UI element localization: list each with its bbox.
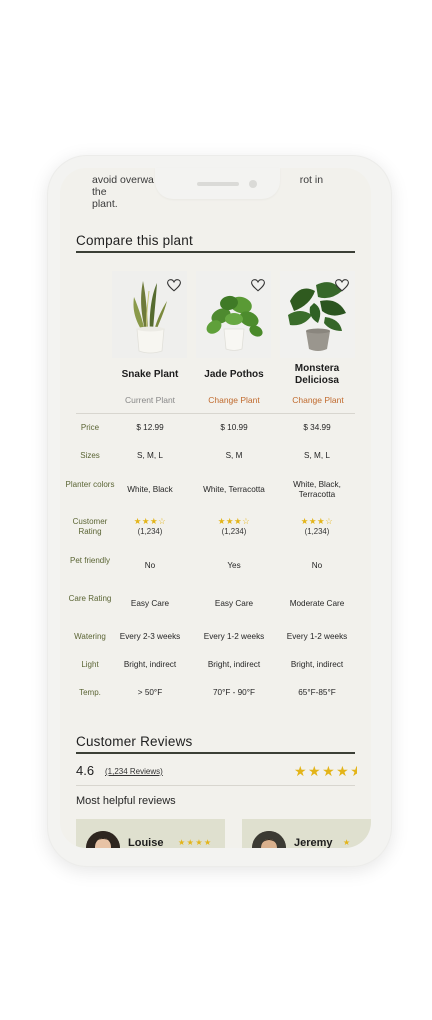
review-stars-icon: ★★★★ [178,838,213,847]
rating-count: (1,234) [137,527,163,536]
reviews-divider [76,785,355,786]
cell-watering: Every 1-2 weeks [203,632,265,641]
rating-count: (1,234) [221,527,247,536]
cell-sizes: S, M [225,451,243,460]
cell-temperature: 70°F - 90°F [212,688,256,697]
favorite-heart-icon[interactable] [251,279,265,292]
review-card[interactable]: Louise ★★★★ [76,819,225,848]
rating-stars-icon: ★★★☆ [300,516,334,526]
compare-title-rule [76,251,355,253]
cell-light: Bright, indirect [123,660,177,669]
avatar [252,831,286,848]
rating-stars-icon: ★★★★ [294,763,351,779]
plant-image-snake[interactable] [112,271,187,358]
compare-table-rule [76,413,355,414]
half-star-icon: ★ [350,763,357,780]
favorite-heart-icon[interactable] [167,279,181,292]
cell-care-rating: Moderate Care [289,599,345,608]
customer-reviews-title: Customer Reviews [76,734,193,749]
cell-planter-colors: White, Terracotta [203,485,265,494]
average-rating-stars: ★★★★★ [294,763,357,780]
favorite-heart-icon[interactable] [335,279,349,292]
reviewer-name: Jeremy [294,837,333,848]
cell-temperature: 65°F-85°F [298,688,336,697]
cell-watering: Every 2-3 weeks [119,632,181,641]
rating-stars-icon: ★★★☆ [217,516,251,526]
reviewer-avatar-icon [252,831,286,848]
plant-name-3: Monstera Deliciosa [294,363,340,386]
avatar [86,831,120,848]
cell-pet-friendly: No [144,561,156,570]
speaker-icon [197,182,239,186]
cell-light: Bright, indirect [290,660,344,669]
cell-rating: ★★★☆ (1,234) [275,516,359,537]
rating-stars-icon: ★★★☆ [133,516,167,526]
plant-name-2: Jade Pothos [204,369,264,380]
phone-notch [155,168,280,199]
cell-pet-friendly: No [311,561,323,570]
most-helpful-title: Most helpful reviews [76,795,176,807]
reviewer-avatar-icon [86,831,120,848]
plant-image-pothos[interactable] [196,271,271,358]
customer-reviews-rule [76,752,355,754]
cell-pet-friendly: Yes [227,561,241,570]
cell-sizes: S, M, L [304,451,330,460]
cell-temperature: > 50°F [137,688,163,697]
cell-rating: ★★★☆ (1,234) [108,516,192,537]
cell-watering: Every 1-2 weeks [286,632,348,641]
review-card[interactable]: Jeremy ★ [242,819,371,848]
cell-care-rating: Easy Care [130,599,170,608]
current-plant-label: Current Plant [124,395,176,405]
reviews-count-link[interactable]: (1,234 Reviews) [105,767,163,776]
average-rating: 4.6 [76,763,95,778]
cell-planter-colors: White, Black, Terracotta [293,480,341,499]
plant-name-1: Snake Plant [121,369,179,380]
intro-line1-left: avoid overwa [92,174,154,186]
review-stars-icon: ★ [343,838,352,847]
cell-price: $ 34.99 [303,423,331,432]
plant-image-monstera[interactable] [280,271,355,358]
intro-line2: plant. [92,198,118,210]
change-plant-link[interactable]: Change Plant [194,395,274,405]
compare-title: Compare this plant [76,233,193,248]
cell-light: Bright, indirect [207,660,261,669]
change-plant-link[interactable]: Change Plant [278,395,358,405]
cell-price: $ 10.99 [220,423,248,432]
rating-count: (1,234) [304,527,330,536]
cell-care-rating: Easy Care [214,599,254,608]
cell-price: $ 12.99 [136,423,164,432]
phone-screen: avoid overwa rot in the plant. Compare t… [60,168,371,848]
camera-icon [249,180,257,188]
cell-planter-colors: White, Black [127,485,173,494]
cell-rating: ★★★☆ (1,234) [192,516,276,537]
reviewer-name: Louise [128,837,164,848]
cell-sizes: S, M, L [137,451,163,460]
